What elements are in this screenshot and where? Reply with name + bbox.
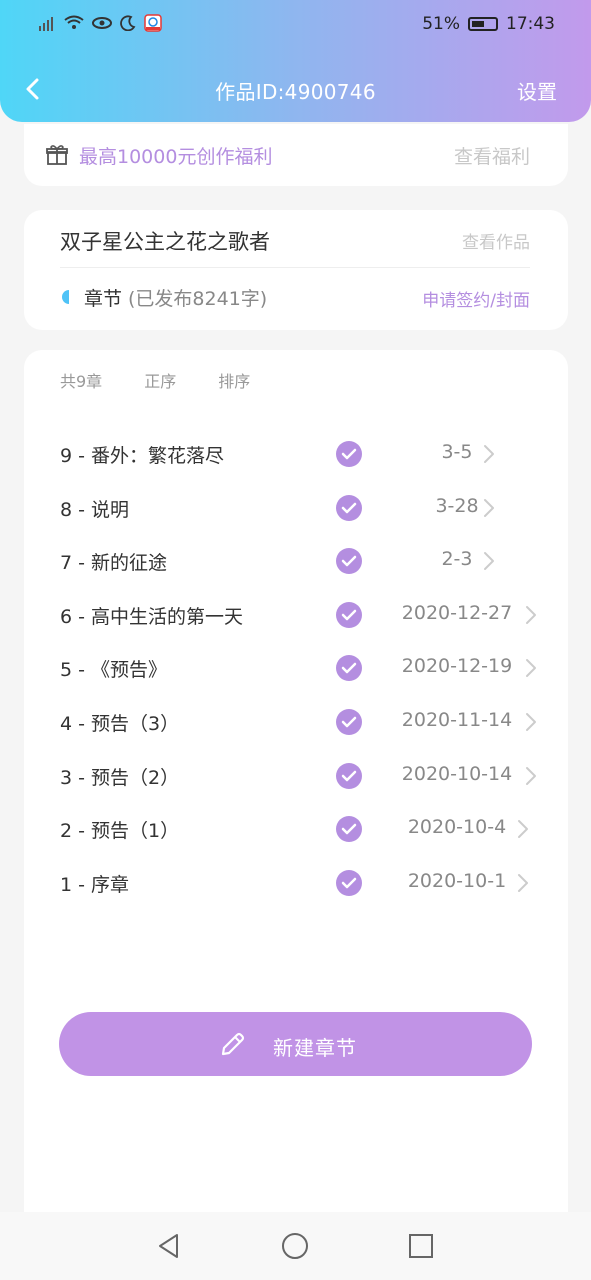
status-bar: 51% 17:43 <box>0 0 591 50</box>
app-header: 51% 17:43 作品ID:4900746 设置 <box>0 0 591 122</box>
chapter-row[interactable]: 5 - 《预告》 2020-12-19 <box>24 641 568 695</box>
chapter-row[interactable]: 2 - 预告（1） 2020-10-4 <box>24 802 568 856</box>
eye-icon <box>92 17 112 29</box>
chevron-right-icon <box>518 873 528 892</box>
check-circle-icon <box>336 708 362 735</box>
chapter-row[interactable]: 6 - 高中生活的第一天 2020-12-27 <box>24 588 568 642</box>
app-notification-icon <box>144 14 162 32</box>
chapter-title: 1 - 序章 <box>60 873 130 896</box>
chevron-right-icon <box>484 445 494 463</box>
chapter-row[interactable]: 9 - 番外：繁花落尽 3-5 <box>24 427 568 481</box>
chevron-right-icon <box>526 712 536 731</box>
chapter-date: 2020-10-4 <box>407 816 507 839</box>
chapter-row[interactable]: 4 - 预告（3） 2020-11-14 <box>24 695 568 749</box>
chapter-total: 共9章 <box>60 372 103 391</box>
apply-contract-link[interactable]: 申请签约/封面 <box>422 286 530 311</box>
check-circle-icon <box>336 655 362 682</box>
order-toggle[interactable]: 正序 <box>144 368 176 392</box>
check-circle-icon <box>336 494 362 521</box>
chapter-date: 2020-12-27 <box>401 601 513 624</box>
check-circle-icon <box>336 816 362 843</box>
triangle-back-icon[interactable] <box>155 1232 183 1260</box>
chapter-row[interactable]: 3 - 预告（2） 2020-10-14 <box>24 749 568 803</box>
system-nav-bar <box>0 1212 591 1280</box>
wifi-icon <box>64 15 84 29</box>
welfare-text: 最高10000元创作福利 <box>79 146 273 168</box>
chapter-date: 3-5 <box>441 441 473 463</box>
chapter-date: 2020-12-19 <box>401 655 513 678</box>
gift-icon <box>46 145 68 165</box>
chapter-row[interactable]: 8 - 说明 3-28 <box>24 481 568 535</box>
view-work-link[interactable]: 查看作品 <box>462 228 530 253</box>
chapter-title: 2 - 预告（1） <box>60 820 180 843</box>
moon-icon <box>120 15 136 31</box>
check-circle-icon <box>336 762 362 789</box>
chapter-title: 8 - 说明 <box>60 498 130 521</box>
list-toolbar: 共9章 正序 排序 <box>60 368 250 392</box>
chapter-title: 4 - 预告（3） <box>60 712 180 735</box>
chapter-date: 2020-11-14 <box>401 708 513 731</box>
new-chapter-label: 新建章节 <box>273 1036 357 1060</box>
work-name: 双子星公主之花之歌者 <box>60 230 270 254</box>
chevron-right-icon <box>484 498 494 517</box>
chapter-row[interactable]: 7 - 新的征途 2-3 <box>24 534 568 588</box>
sort-button[interactable]: 排序 <box>218 368 250 392</box>
pencil-icon <box>221 1032 245 1056</box>
chapter-date: 3-28 <box>435 494 479 517</box>
battery-icon <box>468 17 498 31</box>
chevron-right-icon <box>484 552 494 571</box>
chapter-marker-icon <box>62 290 69 304</box>
chevron-right-icon <box>518 820 528 839</box>
chapter-list-card: 共9章 正序 排序 9 - 番外：繁花落尽 3-5 8 - 说明 3-28 7 - 新的… <box>24 350 568 1220</box>
chapter-rows: 9 - 番外：繁花落尽 3-5 8 - 说明 3-28 7 - 新的征途 2-3 6 - 高… <box>24 427 568 909</box>
chapter-title: 7 - 新的征途 <box>60 552 168 575</box>
nav-bar: 作品ID:4900746 设置 <box>0 60 591 120</box>
settings-button[interactable]: 设置 <box>517 76 557 105</box>
chapters-heading: 章节 (已发布8241字) <box>84 284 267 311</box>
view-welfare-link[interactable]: 查看福利 <box>454 142 530 169</box>
chapter-date: 2020-10-14 <box>401 762 513 785</box>
divider <box>60 267 530 268</box>
chevron-right-icon <box>526 659 536 678</box>
chapter-date: 2-3 <box>441 548 473 571</box>
chapter-title: 3 - 预告（2） <box>60 766 180 789</box>
chevron-right-icon <box>526 766 536 785</box>
work-info-card: 双子星公主之花之歌者 查看作品 章节 (已发布8241字) 申请签约/封面 <box>24 210 568 330</box>
circle-home-icon[interactable] <box>281 1232 309 1260</box>
chapter-row[interactable]: 1 - 序章 2020-10-1 <box>24 856 568 910</box>
check-circle-icon <box>336 869 362 896</box>
chapters-word-count: (已发布8241字) <box>128 288 268 310</box>
check-circle-icon <box>336 601 362 628</box>
chapter-date: 2020-10-1 <box>407 869 507 892</box>
square-recent-icon[interactable] <box>407 1232 435 1260</box>
welfare-banner[interactable]: 最高10000元创作福利 查看福利 <box>24 124 568 186</box>
page-title: 作品ID:4900746 <box>215 80 376 104</box>
new-chapter-button[interactable]: 新建章节 <box>59 1012 532 1076</box>
check-circle-icon <box>336 548 362 575</box>
chapters-label: 章节 <box>84 288 123 310</box>
chapter-title: 5 - 《预告》 <box>60 659 168 682</box>
status-icons <box>38 14 162 32</box>
chapter-title: 6 - 高中生活的第一天 <box>60 605 244 628</box>
signal-icon <box>39 17 53 31</box>
status-right: 51% 17:43 <box>422 14 555 34</box>
check-circle-icon <box>336 441 362 467</box>
chapter-title: 9 - 番外：繁花落尽 <box>60 445 225 467</box>
clock: 17:43 <box>506 14 555 34</box>
battery-percent: 51% <box>422 14 460 34</box>
chevron-right-icon <box>526 605 536 624</box>
